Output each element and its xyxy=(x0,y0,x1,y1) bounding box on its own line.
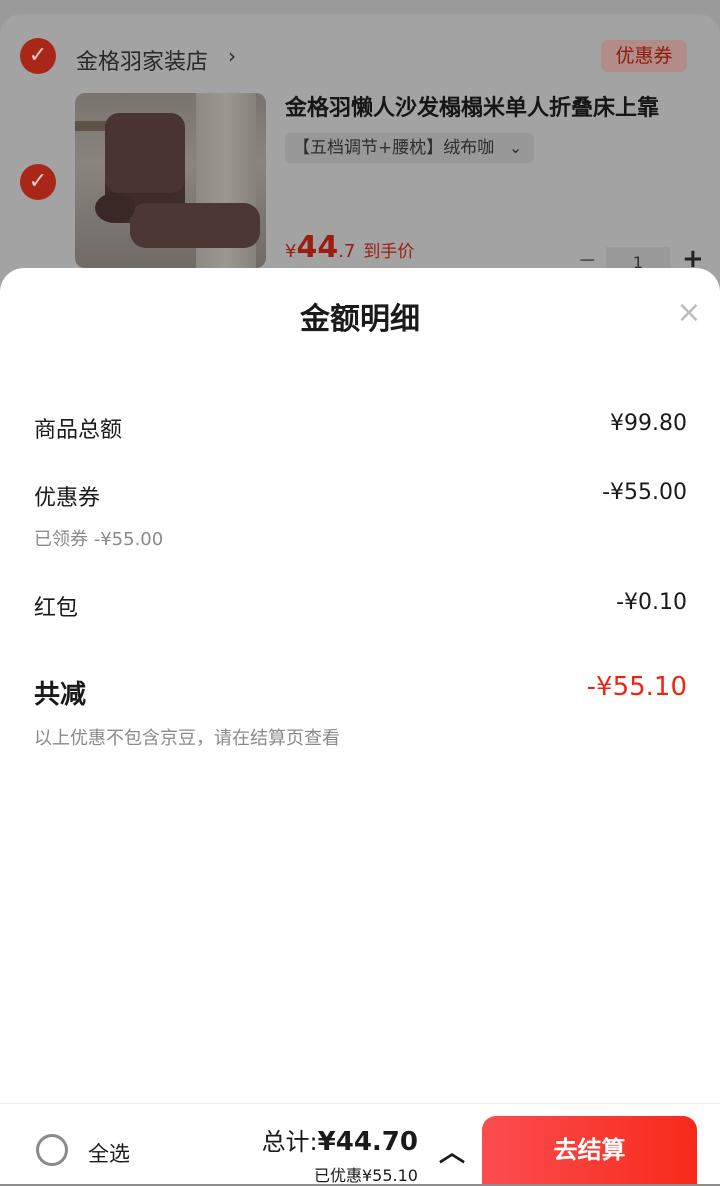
goods-total-value: ¥99.80 xyxy=(610,411,687,436)
price-note: 到手价 xyxy=(363,242,415,262)
coupon-tag-button[interactable]: 优惠券 xyxy=(601,40,687,72)
shop-arrow-icon: › xyxy=(228,44,236,68)
sku-dropdown-icon: ⌄ xyxy=(508,138,523,157)
product-image-pillow xyxy=(95,193,135,223)
item-check-icon[interactable]: ✓ xyxy=(20,164,56,200)
product-price: ¥44.7 到手价 xyxy=(285,230,414,265)
shop-name[interactable]: 金格羽家装店 xyxy=(76,44,208,76)
coupon-value: -¥55.00 xyxy=(602,480,687,505)
coupon-label: 优惠券 xyxy=(34,486,101,511)
red-packet-label: 红包 xyxy=(34,596,79,621)
price-symbol: ¥ xyxy=(285,241,297,262)
select-all-label[interactable]: 全选 xyxy=(88,1138,130,1168)
sku-label: 【五档调节+腰枕】绒布咖 xyxy=(293,138,495,158)
product-image-chair-seat xyxy=(130,203,260,248)
select-all-checkbox[interactable] xyxy=(36,1134,68,1166)
checkout-button[interactable]: 去结算 xyxy=(482,1116,697,1184)
product-title[interactable]: 金格羽懒人沙发榻榻米单人折叠床上靠 xyxy=(285,90,690,122)
coupon-note: 已领券 -¥55.00 xyxy=(34,529,164,550)
price-integer: 44 xyxy=(296,230,339,265)
price-decimal: .7 xyxy=(338,241,356,262)
close-icon[interactable]: × xyxy=(672,296,706,330)
goods-total-label: 商品总额 xyxy=(34,418,123,443)
shop-check-icon[interactable]: ✓ xyxy=(20,38,56,74)
total-prefix: 总计: xyxy=(261,1128,318,1156)
total-reduction-note: 以上优惠不包含京豆，请在结算页查看 xyxy=(34,728,340,749)
red-packet-value: -¥0.10 xyxy=(616,590,687,615)
sheet-title: 金额明细 xyxy=(300,302,420,337)
product-image[interactable] xyxy=(75,93,266,268)
total-sum: 总计:¥44.70 xyxy=(262,1122,418,1157)
sku-selector[interactable]: 【五档调节+腰枕】绒布咖 ⌄ xyxy=(285,133,535,163)
bottom-checkout-bar: 全选 总计:¥44.70 已优惠¥55.10 ︿ 去结算 xyxy=(0,1103,720,1185)
amount-detail-sheet: 金额明细 × 商品总额 ¥99.80 优惠券 -¥55.00 已领券 -¥55.… xyxy=(0,268,720,1103)
total-amount: ¥44.70 xyxy=(317,1127,418,1157)
total-reduction-value: -¥55.10 xyxy=(586,672,687,702)
total-reduction-label: 共减 xyxy=(34,680,87,710)
saved-amount: 已优惠¥55.10 xyxy=(314,1166,418,1185)
chevron-up-icon[interactable]: ︿ xyxy=(439,1132,465,1169)
